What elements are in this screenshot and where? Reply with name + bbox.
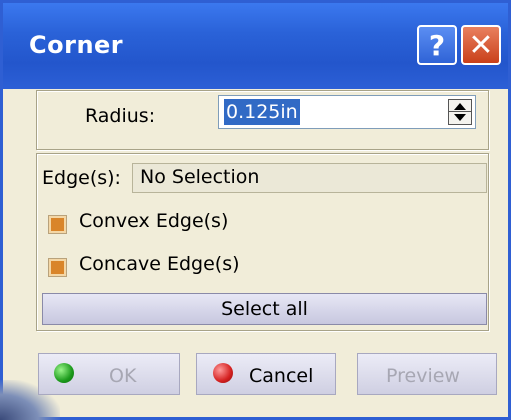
preview-label: Preview bbox=[386, 365, 460, 387]
convex-edges-label[interactable]: Convex Edge(s) bbox=[79, 210, 228, 232]
radius-value[interactable]: 0.125in bbox=[224, 99, 300, 125]
ok-label: OK bbox=[109, 365, 137, 387]
dialog-title: Corner bbox=[29, 31, 124, 59]
radius-input[interactable]: 0.125in bbox=[218, 95, 476, 129]
cancel-label: Cancel bbox=[249, 365, 314, 387]
close-button[interactable]: ✕ bbox=[461, 25, 501, 65]
concave-edges-checkbox[interactable] bbox=[49, 259, 66, 276]
ok-button[interactable]: OK bbox=[38, 353, 180, 395]
spin-up-arrow-icon[interactable] bbox=[454, 103, 466, 110]
close-icon: ✕ bbox=[468, 27, 494, 63]
edge-selection-field[interactable]: No Selection bbox=[132, 163, 487, 193]
red-ball-icon bbox=[213, 363, 233, 383]
convex-edges-checkbox[interactable] bbox=[49, 216, 66, 233]
help-button[interactable]: ? bbox=[417, 25, 457, 65]
green-ball-icon bbox=[54, 363, 74, 383]
spinner-icon[interactable] bbox=[448, 99, 472, 125]
spin-down-arrow-icon[interactable] bbox=[454, 114, 466, 121]
cancel-button[interactable]: Cancel bbox=[196, 353, 336, 395]
radius-label: Radius: bbox=[85, 105, 156, 127]
select-all-label: Select all bbox=[221, 298, 308, 320]
select-all-button[interactable]: Select all bbox=[42, 293, 487, 325]
concave-edges-label[interactable]: Concave Edge(s) bbox=[79, 253, 240, 275]
preview-button[interactable]: Preview bbox=[357, 353, 497, 395]
title-bar[interactable]: Corner ? ✕ bbox=[3, 3, 508, 89]
edges-label: Edge(s): bbox=[42, 167, 121, 189]
spinner-divider bbox=[449, 111, 471, 112]
help-icon: ? bbox=[428, 28, 446, 62]
edge-selection-value: No Selection bbox=[140, 166, 260, 188]
